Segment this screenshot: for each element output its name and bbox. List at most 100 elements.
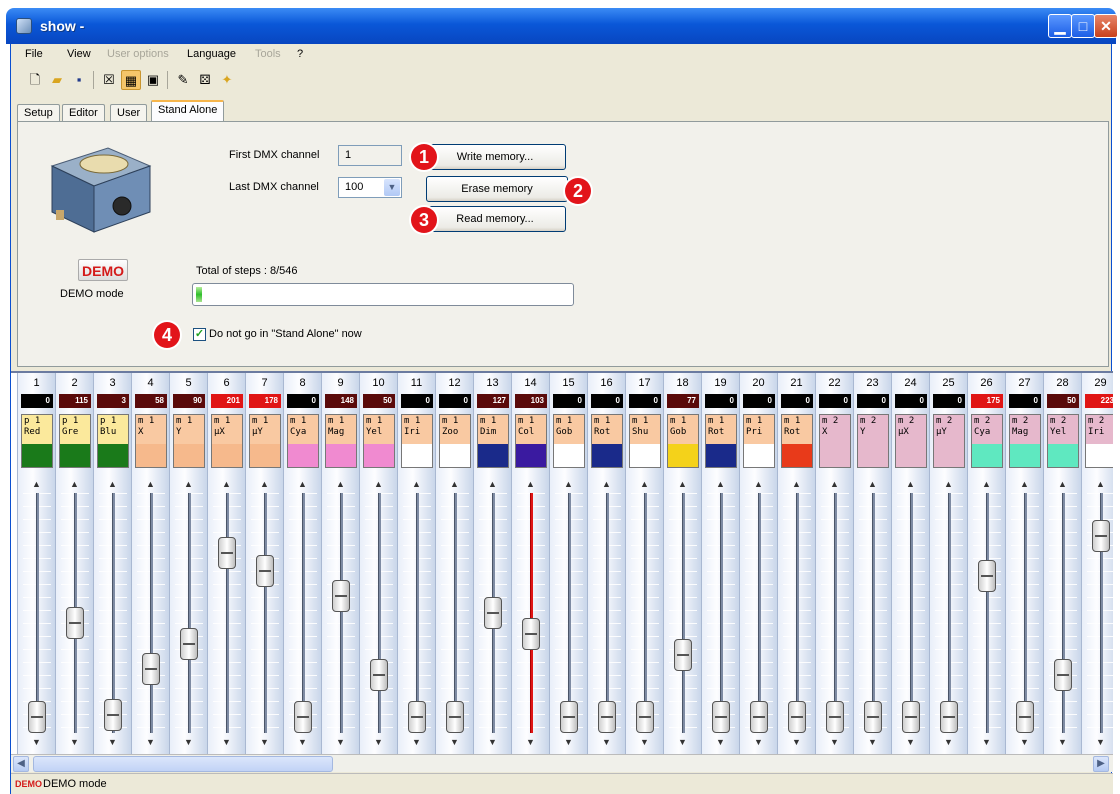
fader-knob[interactable] xyxy=(66,607,84,640)
fader-up-icon[interactable]: ▲ xyxy=(436,479,473,489)
fader-knob[interactable] xyxy=(522,617,540,650)
horizontal-scrollbar[interactable]: ◀ ▶ xyxy=(11,754,1113,772)
fader-down-icon[interactable]: ▼ xyxy=(816,737,853,747)
fader-down-icon[interactable]: ▼ xyxy=(1044,737,1081,747)
fader-down-icon[interactable]: ▼ xyxy=(588,737,625,747)
tab-stand-alone[interactable]: Stand Alone xyxy=(151,100,225,122)
fader-knob[interactable] xyxy=(28,701,46,733)
fader-knob[interactable] xyxy=(1016,701,1034,733)
fader-knob[interactable] xyxy=(1054,659,1072,692)
channel-function[interactable]: m 1 Yel xyxy=(363,414,395,468)
channel-function[interactable]: p 1 Red xyxy=(21,414,53,468)
fader-track[interactable] xyxy=(150,493,153,733)
fader-down-icon[interactable]: ▼ xyxy=(892,737,929,747)
fader-knob[interactable] xyxy=(180,628,198,661)
open-icon[interactable]: ▰ xyxy=(47,70,67,90)
fader-down-icon[interactable]: ▼ xyxy=(512,737,549,747)
channel-function[interactable]: m 1 Rot xyxy=(591,414,623,468)
fader-down-icon[interactable]: ▼ xyxy=(550,737,587,747)
fader-knob[interactable] xyxy=(902,701,920,733)
fader-knob[interactable] xyxy=(674,638,692,671)
fader-up-icon[interactable]: ▲ xyxy=(208,479,245,489)
menu-help[interactable]: ? xyxy=(297,48,303,60)
write-memory-button[interactable]: Write memory... xyxy=(424,144,566,170)
last-dmx-select[interactable]: 100 ▼ xyxy=(338,177,402,198)
fader-knob[interactable] xyxy=(864,701,882,733)
fader-up-icon[interactable]: ▲ xyxy=(170,479,207,489)
save-icon[interactable]: ▪ xyxy=(69,70,89,90)
fader-track[interactable] xyxy=(378,493,381,733)
channel-function[interactable]: m 1 Cya xyxy=(287,414,319,468)
fader-knob[interactable] xyxy=(256,555,274,588)
fader-down-icon[interactable]: ▼ xyxy=(740,737,777,747)
fader-knob[interactable] xyxy=(978,559,996,592)
fader-knob[interactable] xyxy=(142,653,160,686)
fader-knob[interactable] xyxy=(788,701,806,733)
fader-up-icon[interactable]: ▲ xyxy=(56,479,93,489)
fader-track[interactable] xyxy=(112,493,115,733)
channel-function[interactable]: m 2X xyxy=(819,414,851,468)
channel-function[interactable]: m 1 Pri xyxy=(743,414,775,468)
read-memory-button[interactable]: Read memory... xyxy=(424,206,566,232)
fader-track[interactable] xyxy=(720,493,723,733)
channel-function[interactable]: p 1 Blu xyxy=(97,414,129,468)
channel-function[interactable]: m 1 Shu xyxy=(629,414,661,468)
menu-view[interactable]: View xyxy=(67,48,91,60)
fader-knob[interactable] xyxy=(712,701,730,733)
fader-down-icon[interactable]: ▼ xyxy=(94,737,131,747)
channel-function[interactable]: m 2Y xyxy=(857,414,889,468)
fader-down-icon[interactable]: ▼ xyxy=(18,737,55,747)
fader-down-icon[interactable]: ▼ xyxy=(930,737,967,747)
fader-knob[interactable] xyxy=(294,701,312,733)
fader-down-icon[interactable]: ▼ xyxy=(360,737,397,747)
fader-up-icon[interactable]: ▲ xyxy=(360,479,397,489)
fader-up-icon[interactable]: ▲ xyxy=(512,479,549,489)
fader-up-icon[interactable]: ▲ xyxy=(322,479,359,489)
fader-track[interactable] xyxy=(606,493,609,733)
maximize-button[interactable]: □ xyxy=(1071,14,1095,38)
close-button[interactable]: ✕ xyxy=(1094,14,1118,38)
scroll-right-icon[interactable]: ▶ xyxy=(1093,756,1109,772)
scroll-left-icon[interactable]: ◀ xyxy=(13,756,29,772)
fader-down-icon[interactable]: ▼ xyxy=(1006,737,1043,747)
menu-file[interactable]: File xyxy=(25,48,43,60)
help-icon[interactable]: ✦ xyxy=(217,70,237,90)
fader-track[interactable] xyxy=(36,493,39,733)
channel-function[interactable]: p 1 Gre xyxy=(59,414,91,468)
fader-up-icon[interactable]: ▲ xyxy=(1044,479,1081,489)
fader-down-icon[interactable]: ▼ xyxy=(398,737,435,747)
fader-up-icon[interactable]: ▲ xyxy=(930,479,967,489)
channel-function[interactable]: m 1 Gob xyxy=(553,414,585,468)
fader-knob[interactable] xyxy=(1092,520,1110,553)
scroll-thumb[interactable] xyxy=(33,756,333,772)
fader-track[interactable] xyxy=(682,493,685,733)
menu-language[interactable]: Language xyxy=(187,48,236,60)
fader-up-icon[interactable]: ▲ xyxy=(132,479,169,489)
fader-up-icon[interactable]: ▲ xyxy=(892,479,929,489)
fader-up-icon[interactable]: ▲ xyxy=(664,479,701,489)
fader-down-icon[interactable]: ▼ xyxy=(56,737,93,747)
channel-function[interactable]: m 1 µY xyxy=(249,414,281,468)
x-icon[interactable]: ☒ xyxy=(99,70,119,90)
fader-knob[interactable] xyxy=(218,536,236,569)
fader-track[interactable] xyxy=(644,493,647,733)
fader-up-icon[interactable]: ▲ xyxy=(398,479,435,489)
fader-down-icon[interactable]: ▼ xyxy=(132,737,169,747)
fader-knob[interactable] xyxy=(940,701,958,733)
fader-up-icon[interactable]: ▲ xyxy=(968,479,1005,489)
fader-up-icon[interactable]: ▲ xyxy=(1006,479,1043,489)
fader-down-icon[interactable]: ▼ xyxy=(322,737,359,747)
fader-down-icon[interactable]: ▼ xyxy=(702,737,739,747)
fader-track[interactable] xyxy=(454,493,457,733)
channel-function[interactable]: m 2 Yel xyxy=(1047,414,1079,468)
channel-function[interactable]: m 1 Rot xyxy=(705,414,737,468)
fader-knob[interactable] xyxy=(598,701,616,733)
fader-knob[interactable] xyxy=(750,701,768,733)
channel-function[interactable]: m 1 Iri xyxy=(401,414,433,468)
fader-up-icon[interactable]: ▲ xyxy=(740,479,777,489)
channel-function[interactable]: m 1 Gob xyxy=(667,414,699,468)
fader-knob[interactable] xyxy=(446,701,464,733)
channel-function[interactable]: m 1 Col xyxy=(515,414,547,468)
fader-down-icon[interactable]: ▼ xyxy=(246,737,283,747)
fader-track[interactable] xyxy=(568,493,571,733)
